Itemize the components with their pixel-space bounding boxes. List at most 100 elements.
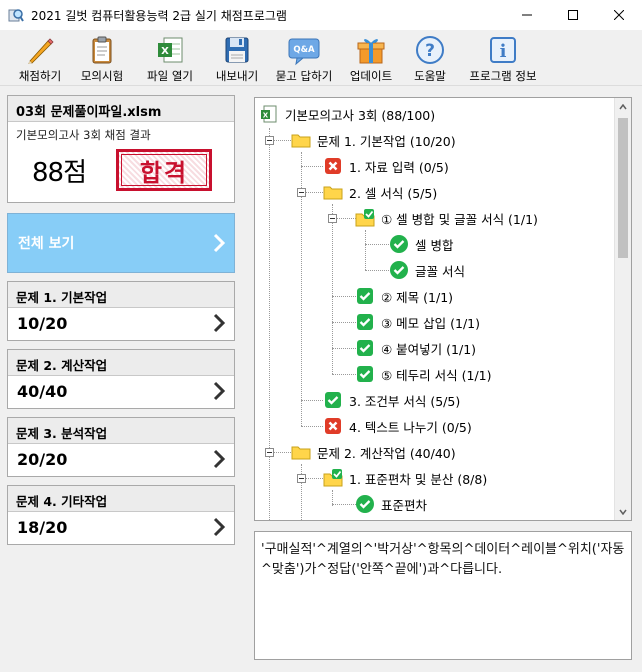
program-info-button[interactable]: i 프로그램 정보 [458, 30, 548, 86]
tree-item-label: ⑤ 테두리 서식 (1/1) [381, 367, 492, 383]
tree-scrollbar[interactable] [614, 98, 631, 520]
green-check-square-icon [355, 364, 375, 384]
tree-item-label: 2. 셀 서식 (5/5) [349, 185, 438, 201]
problem-score: 20/20 [17, 450, 68, 469]
left-panel: 03회 문제풀이파일.xlsm 기본모의고사 3회 채점 결과 88점 합격 전… [7, 95, 235, 545]
grade-button[interactable]: 채점하기 [10, 30, 70, 86]
tree-item-1-1[interactable]: 1. 자료 입력 (0/5) [323, 154, 449, 178]
red-x-icon [323, 156, 343, 176]
grading-tree[interactable]: X 기본모의고사 3회 (88/100) 문제 1. 기본작업 (10/20) … [254, 97, 632, 521]
pencil-icon [23, 34, 57, 66]
problem-card-3[interactable]: 문제 3. 분석작업 20/20 [7, 417, 235, 477]
scroll-up-icon[interactable] [615, 98, 631, 115]
collapse-toggle[interactable] [265, 448, 274, 457]
folder-check-icon [323, 468, 343, 488]
problem-card-1[interactable]: 문제 1. 기본작업 10/20 [7, 281, 235, 341]
tree-item-1-2-5[interactable]: ⑤ 테두리 서식 (1/1) [355, 362, 492, 386]
tree-item-1-2-2[interactable]: ② 제목 (1/1) [355, 284, 453, 308]
tree-item-label: 4. 텍스트 나누기 (0/5) [349, 419, 472, 435]
program-info-label: 프로그램 정보 [469, 69, 537, 83]
tree-item-1-4[interactable]: 4. 텍스트 나누기 (0/5) [323, 414, 472, 438]
folder-icon [291, 442, 311, 462]
grade-label: 채점하기 [18, 69, 62, 83]
green-check-circle-icon [389, 234, 409, 254]
qa-label: 묻고 답하기 [275, 69, 333, 83]
chevron-right-icon [212, 312, 226, 337]
chevron-right-icon [212, 516, 226, 541]
problem-title: 문제 3. 분석작업 [8, 418, 234, 444]
red-x-icon [323, 416, 343, 436]
minimize-button[interactable] [504, 0, 550, 30]
close-button[interactable] [596, 0, 642, 30]
clipboard-icon [85, 34, 119, 66]
problem-title: 문제 4. 기타작업 [8, 486, 234, 512]
tree-item-label: 3. 조건부 서식 (5/5) [349, 393, 461, 409]
tree-item-label: 표준편차 [381, 497, 428, 513]
help-label: 도움말 [414, 69, 446, 83]
mock-exam-button[interactable]: 모의시험 [70, 30, 134, 86]
green-check-square-icon [323, 390, 343, 410]
close-icon [614, 10, 624, 20]
tree-item-label: 1. 자료 입력 (0/5) [349, 159, 449, 175]
collapse-toggle[interactable] [297, 474, 306, 483]
tree-item-label: ② 제목 (1/1) [381, 289, 454, 305]
result-subtitle: 기본모의고사 3회 채점 결과 [16, 128, 151, 142]
tree-item-std-dev[interactable]: 표준편차 [355, 492, 427, 516]
tree-item-cell-merge[interactable]: 셀 병합 [389, 232, 453, 256]
tree-item-1-2[interactable]: 2. 셀 서식 (5/5) [323, 180, 437, 204]
tree-item-problem-2[interactable]: 문제 2. 계산작업 (40/40) [291, 440, 456, 464]
scroll-thumb[interactable] [618, 118, 628, 258]
svg-text:Q&A: Q&A [293, 45, 315, 55]
tree-item-1-2-1[interactable]: ① 셀 병합 및 글꼴 서식 (1/1) [355, 206, 538, 230]
svg-text:i: i [500, 41, 507, 62]
problem-title: 문제 1. 기본작업 [8, 282, 234, 308]
chevron-right-icon [212, 232, 226, 258]
tree-item-label: 기본모의고사 3회 (88/100) [285, 107, 436, 123]
tree-item-1-2-4[interactable]: ④ 붙여넣기 (1/1) [355, 336, 476, 360]
scroll-down-icon[interactable] [615, 503, 631, 520]
open-file-button[interactable]: X 파일 열기 [134, 30, 206, 86]
tree-item-label: 셀 병합 [415, 237, 454, 253]
tree-item-font-format[interactable]: 글꼴 서식 [389, 258, 465, 282]
feedback-message: '구매실적'^계열의^'박거상'^항목의^데이터^레이블^위치('자동^맞춤')… [254, 531, 632, 660]
open-file-label: 파일 열기 [147, 69, 193, 83]
export-button[interactable]: 내보내기 [206, 30, 268, 86]
view-all-label: 전체 보기 [18, 236, 75, 252]
main-toolbar: 채점하기 모의시험 X 파일 열기 내보내기 Q&A 묻고 답하기 업데이트 ? [0, 30, 642, 86]
svg-text:?: ? [425, 41, 435, 61]
export-label: 내보내기 [215, 69, 259, 83]
chevron-right-icon [212, 380, 226, 405]
tree-item-2-1[interactable]: 1. 표준편차 및 분산 (8/8) [323, 466, 487, 490]
update-button[interactable]: 업데이트 [340, 30, 402, 86]
tree-item-1-2-3[interactable]: ③ 메모 삽입 (1/1) [355, 310, 480, 334]
tree-item-1-3[interactable]: 3. 조건부 서식 (5/5) [323, 388, 460, 412]
collapse-toggle[interactable] [297, 188, 306, 197]
help-button[interactable]: ? 도움말 [402, 30, 458, 86]
qa-button[interactable]: Q&A 묻고 답하기 [268, 30, 340, 86]
folder-icon [323, 182, 343, 202]
maximize-button[interactable] [550, 0, 596, 30]
excel-icon: X [259, 104, 279, 124]
collapse-toggle[interactable] [265, 136, 274, 145]
tree-item-label: 1. 표준편차 및 분산 (8/8) [349, 471, 488, 487]
tree-item-problem-1[interactable]: 문제 1. 기본작업 (10/20) [291, 128, 456, 152]
problem-card-2[interactable]: 문제 2. 계산작업 40/40 [7, 349, 235, 409]
update-label: 업데이트 [349, 69, 393, 83]
title-bar: 2021 길벗 컴퓨터활용능력 2급 실기 채점프로그램 [0, 0, 642, 30]
tree-item-label: 문제 1. 기본작업 (10/20) [317, 133, 456, 149]
problem-card-4[interactable]: 문제 4. 기타작업 18/20 [7, 485, 235, 545]
total-score: 88점 [32, 157, 87, 188]
green-check-circle-icon [355, 494, 375, 514]
tree-item-label: 문제 2. 계산작업 (40/40) [317, 445, 456, 461]
save-disk-icon [220, 34, 254, 66]
qa-icon: Q&A [287, 34, 321, 66]
view-all-button[interactable]: 전체 보기 [7, 213, 235, 273]
collapse-toggle[interactable] [328, 214, 337, 223]
svg-text:X: X [161, 46, 169, 57]
tree-item-exam-root[interactable]: X 기본모의고사 3회 (88/100) [259, 102, 435, 126]
green-check-square-icon [355, 338, 375, 358]
green-check-square-icon [355, 312, 375, 332]
window-title: 2021 길벗 컴퓨터활용능력 2급 실기 채점프로그램 [31, 8, 287, 23]
pass-stamp: 합격 [116, 149, 213, 191]
chevron-right-icon [212, 448, 226, 473]
